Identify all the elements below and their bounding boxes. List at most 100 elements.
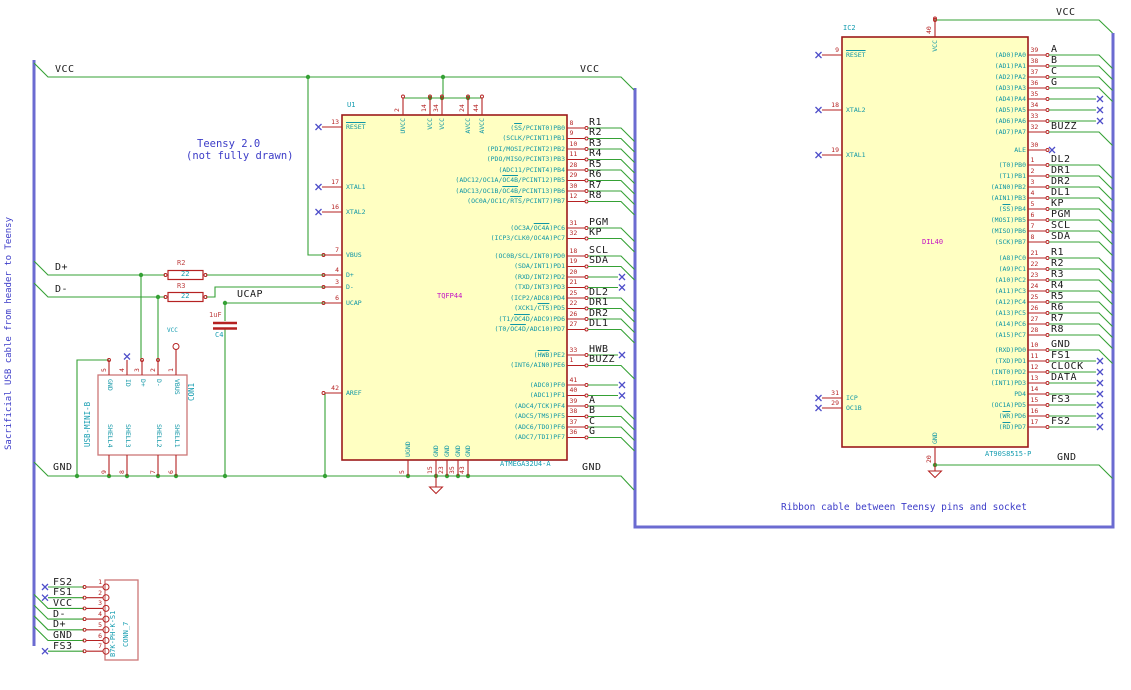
net-label[interactable]: PGM [1051,209,1071,220]
net-label[interactable]: G [589,427,596,437]
net-label[interactable]: DR1 [1051,165,1071,176]
c4-ref[interactable]: C4 [215,332,223,339]
wire[interactable] [224,302,325,321]
wire[interactable] [307,77,325,256]
net-label[interactable]: SDA [589,256,609,266]
net-label-ucap[interactable]: UCAP [237,290,263,300]
pin-name: (ADC12/OC1A/OC4B/PCINT12)PB5 [455,176,565,184]
net-label-vcc-right[interactable]: VCC [1056,8,1076,18]
net-label[interactable]: R3 [589,138,602,149]
net-label[interactable]: R5 [589,159,602,170]
wire[interactable] [588,328,635,344]
no-connect-icon [618,381,626,389]
net-label[interactable]: B [1051,55,1058,66]
net-label[interactable]: KP [589,228,602,238]
net-label[interactable]: B [589,406,596,416]
net-label[interactable]: FS1 [53,588,73,598]
wire[interactable] [588,200,635,216]
ground-icon [428,486,444,495]
c4-value[interactable]: 1uF [209,312,222,319]
r2-value[interactable]: 22 [181,271,189,278]
net-label[interactable]: R8 [1051,324,1064,335]
net-label[interactable]: A [589,395,596,406]
net-label[interactable]: R6 [589,170,602,180]
net-label[interactable]: SCL [1051,220,1071,231]
net-label[interactable]: C [589,416,596,427]
pin-end [584,404,589,408]
net-label[interactable]: DR1 [589,298,609,308]
ic2-ref[interactable]: IC2 [843,25,856,32]
u1-ref[interactable]: U1 [347,102,355,109]
net-label[interactable]: DL2 [1051,154,1071,165]
net-label-gnd-mid[interactable]: GND [582,463,602,473]
net-label[interactable]: FS2 [53,577,73,588]
pin-name: (INT1)PD3 [990,378,1026,387]
net-label[interactable]: DL1 [589,319,609,329]
net-label[interactable]: R1 [589,117,602,128]
u1-value[interactable]: ATMEGA32U4-A [500,461,551,468]
net-label[interactable]: DATA [1051,372,1077,383]
wire[interactable] [935,464,1113,479]
wire[interactable] [588,436,635,452]
net-label[interactable]: R2 [1051,258,1064,269]
net-label[interactable]: VCC [53,598,73,609]
pin-number: 1 [569,356,574,364]
net-label[interactable]: R8 [589,191,602,201]
net-label[interactable]: R7 [1051,313,1064,324]
pin-number: 8 [569,118,574,127]
net-label[interactable]: C [1051,66,1058,77]
wire[interactable] [33,282,165,298]
net-label[interactable]: R3 [1051,269,1064,280]
wire[interactable] [588,364,635,380]
wire[interactable] [33,260,165,276]
ic2-value[interactable]: AT90S8515-P [985,451,1031,458]
net-label[interactable]: D+ [53,620,66,630]
net-label-dminus[interactable]: D- [55,285,68,295]
net-label[interactable]: SCL [589,245,609,256]
wire[interactable] [588,265,635,281]
r2-ref[interactable]: R2 [177,260,185,267]
net-label[interactable]: R5 [1051,291,1064,302]
net-label[interactable]: GND [53,631,73,641]
net-label[interactable]: DL2 [589,287,609,298]
wire[interactable] [1049,131,1113,146]
net-label[interactable]: R4 [589,149,602,159]
net-label[interactable]: D- [53,609,66,620]
net-label[interactable]: R1 [1051,247,1064,258]
net-label-vcc-left[interactable]: VCC [55,65,75,75]
net-label[interactable]: KP [1051,198,1064,209]
net-label[interactable]: R2 [589,128,602,138]
net-label[interactable]: BUZZ [589,355,615,365]
wire[interactable] [935,19,1113,34]
net-label[interactable]: BUZZ [1051,121,1077,132]
net-label[interactable]: FS3 [1051,394,1071,405]
net-label-vcc-mid[interactable]: VCC [580,65,600,75]
net-label[interactable]: DL1 [1051,187,1071,198]
wire[interactable] [33,62,635,91]
net-label[interactable]: DR2 [1051,176,1071,187]
net-label[interactable]: FS3 [53,641,73,652]
r3-value[interactable]: 22 [181,293,189,300]
net-label[interactable]: SDA [1051,231,1071,242]
r3-ref[interactable]: R3 [177,283,185,290]
net-label[interactable]: HWB [589,344,609,355]
net-label-dplus[interactable]: D+ [55,263,68,273]
net-label[interactable]: FS1 [1051,350,1071,361]
net-label[interactable]: CLOCK [1051,361,1084,372]
pin-name: GND [930,432,939,444]
net-label[interactable]: R7 [589,180,602,191]
net-label-gnd-left[interactable]: GND [53,463,73,473]
net-label[interactable]: PGM [589,217,609,228]
pin-number: 32 [569,229,578,237]
wire[interactable] [206,286,325,298]
net-label-gnd-right[interactable]: GND [1057,453,1077,463]
net-label[interactable]: R6 [1051,302,1064,313]
net-label[interactable]: GND [1051,339,1071,350]
net-label[interactable]: A [1051,44,1058,55]
net-label[interactable]: DR2 [589,308,609,319]
no-connect-icon [1096,412,1104,420]
wire[interactable] [76,359,109,476]
net-label[interactable]: R4 [1051,280,1064,291]
net-label[interactable]: G [1051,77,1058,88]
net-label[interactable]: FS2 [1051,416,1071,427]
